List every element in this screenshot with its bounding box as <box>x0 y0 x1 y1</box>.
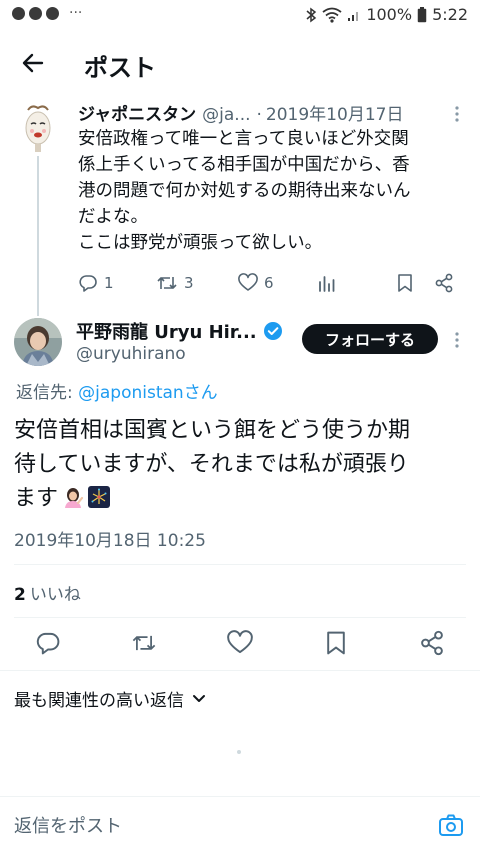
reply-sort-dropdown[interactable]: 最も関連性の高い返信 <box>14 686 206 711</box>
more-options-icon[interactable] <box>452 104 462 124</box>
parent-tweet-text: 安倍政権って唯一と言って良いほど外交関 係上手くいってる相手国が中国だから、香 … <box>78 126 468 256</box>
retweet-icon <box>157 277 177 289</box>
tweet-timestamp[interactable]: 2019年10月18日 10:25 <box>14 526 206 551</box>
battery-icon <box>417 6 427 23</box>
clock: 5:22 <box>432 5 468 24</box>
bookmark-button[interactable] <box>396 270 414 296</box>
tweet-text-line: 係上手くいってる相手国が中国だから、香 <box>78 155 410 175</box>
divider <box>0 796 480 797</box>
back-arrow-icon[interactable] <box>18 48 48 78</box>
author-name[interactable]: 平野雨龍 Uryu Hir... <box>76 318 283 344</box>
reply-count: 1 <box>104 274 114 292</box>
chevron-down-icon <box>193 694 205 702</box>
header-separator: · <box>256 105 262 125</box>
author-avatar[interactable] <box>14 318 62 366</box>
likes-label: いいね <box>29 585 81 605</box>
battery-level: 100% <box>366 5 413 24</box>
retweet-count: 3 <box>184 274 194 292</box>
replying-to-label: 返信先: <box>16 383 79 403</box>
like-count: 6 <box>264 274 274 292</box>
status-right: 100% 5:22 <box>305 5 468 24</box>
wifi-icon <box>322 7 342 23</box>
reply-mention-link[interactable]: @japonistanさん <box>78 383 218 403</box>
reply-input[interactable]: 返信をポスト <box>14 812 414 838</box>
parent-tweet-date[interactable]: 2019年10月17日 <box>266 100 404 125</box>
share-button[interactable] <box>419 630 445 656</box>
reply-icon <box>36 632 60 655</box>
fireworks-icon <box>88 485 111 508</box>
tweet-action-bar <box>0 628 480 658</box>
share-button[interactable] <box>434 270 454 296</box>
retweet-icon <box>132 635 156 651</box>
mention-suffix: さん <box>183 383 218 403</box>
heart-icon <box>227 630 253 654</box>
divider <box>0 670 480 671</box>
author-handle[interactable]: @uryuhirano <box>76 344 186 364</box>
more-options-icon[interactable] <box>452 330 462 350</box>
tweet-text-line: ここは野党が頑張って欲しい。 <box>78 233 323 253</box>
signal-icon <box>347 8 361 22</box>
tweet-text-line: 港の問題で何か対処するの期待出来ないん <box>78 181 411 201</box>
tweet-text-line: ます <box>14 482 470 516</box>
status-bar: ··· 100% 5:22 <box>0 0 480 32</box>
reply-button[interactable]: 1 <box>78 270 114 296</box>
bookmark-icon <box>327 631 345 655</box>
share-icon <box>421 630 443 656</box>
top-app-bar: ポスト <box>0 36 480 90</box>
page-title: ポスト <box>84 54 156 82</box>
parent-tweet-actions: 1 3 6 <box>78 270 468 296</box>
tweet-text-segment: ます <box>14 486 59 511</box>
reply-sort-label: 最も関連性の高い返信 <box>14 691 184 711</box>
reply-icon <box>79 275 97 292</box>
author-display-name: 平野雨龍 Uryu Hir... <box>76 322 257 343</box>
loading-indicator <box>237 750 241 754</box>
thread-connector <box>37 156 39 316</box>
follow-button[interactable]: フォローする <box>302 324 438 354</box>
more-notifications-indicator: ··· <box>69 5 83 21</box>
likes-count: 2 <box>14 585 26 605</box>
tweet-text-line: 安倍政権って唯一と言って良いほど外交関 <box>78 129 409 149</box>
tweet-text-line: 安倍首相は国賓という餌をどう使うか期 <box>14 418 411 443</box>
bookmark-icon <box>398 274 412 292</box>
notification-icon <box>29 7 42 20</box>
heart-icon <box>238 273 258 291</box>
tweet-text-line: だよな。 <box>78 207 148 227</box>
verified-badge-icon <box>263 322 282 340</box>
tweet-text: 安倍首相は国賓という餌をどう使うか期 待していますが、それまでは私が頑張り ます <box>14 414 470 516</box>
share-icon <box>435 273 453 293</box>
mention-handle: @japonistan <box>78 383 184 403</box>
tweet-text-line: 待していますが、それまでは私が頑張り <box>14 452 409 477</box>
reply-button[interactable] <box>35 630 61 656</box>
likes-stat[interactable]: 2 いいね <box>14 580 81 605</box>
parent-author-avatar[interactable] <box>20 104 56 154</box>
camera-icon[interactable] <box>438 812 464 838</box>
notification-icon <box>46 7 59 20</box>
divider <box>14 617 466 618</box>
divider <box>14 564 466 565</box>
parent-tweet-header: ジャポニスタン @ja... · 2019年10月17日 <box>78 100 458 126</box>
replying-to: 返信先: @japonistanさん <box>16 378 218 403</box>
analytics-button[interactable] <box>318 270 336 296</box>
like-button[interactable]: 6 <box>238 270 274 296</box>
notification-icons: ··· <box>12 5 83 21</box>
parent-author-handle[interactable]: @ja... <box>202 105 250 125</box>
retweet-button[interactable]: 3 <box>156 270 194 296</box>
analytics-icon <box>319 276 335 292</box>
like-button[interactable] <box>227 630 253 656</box>
woman-tipping-hand-icon <box>62 485 85 508</box>
notification-icon <box>12 7 25 20</box>
bluetooth-icon <box>305 7 317 23</box>
bookmark-button[interactable] <box>323 630 349 656</box>
parent-author-name[interactable]: ジャポニスタン <box>78 100 196 125</box>
retweet-button[interactable] <box>131 630 157 656</box>
